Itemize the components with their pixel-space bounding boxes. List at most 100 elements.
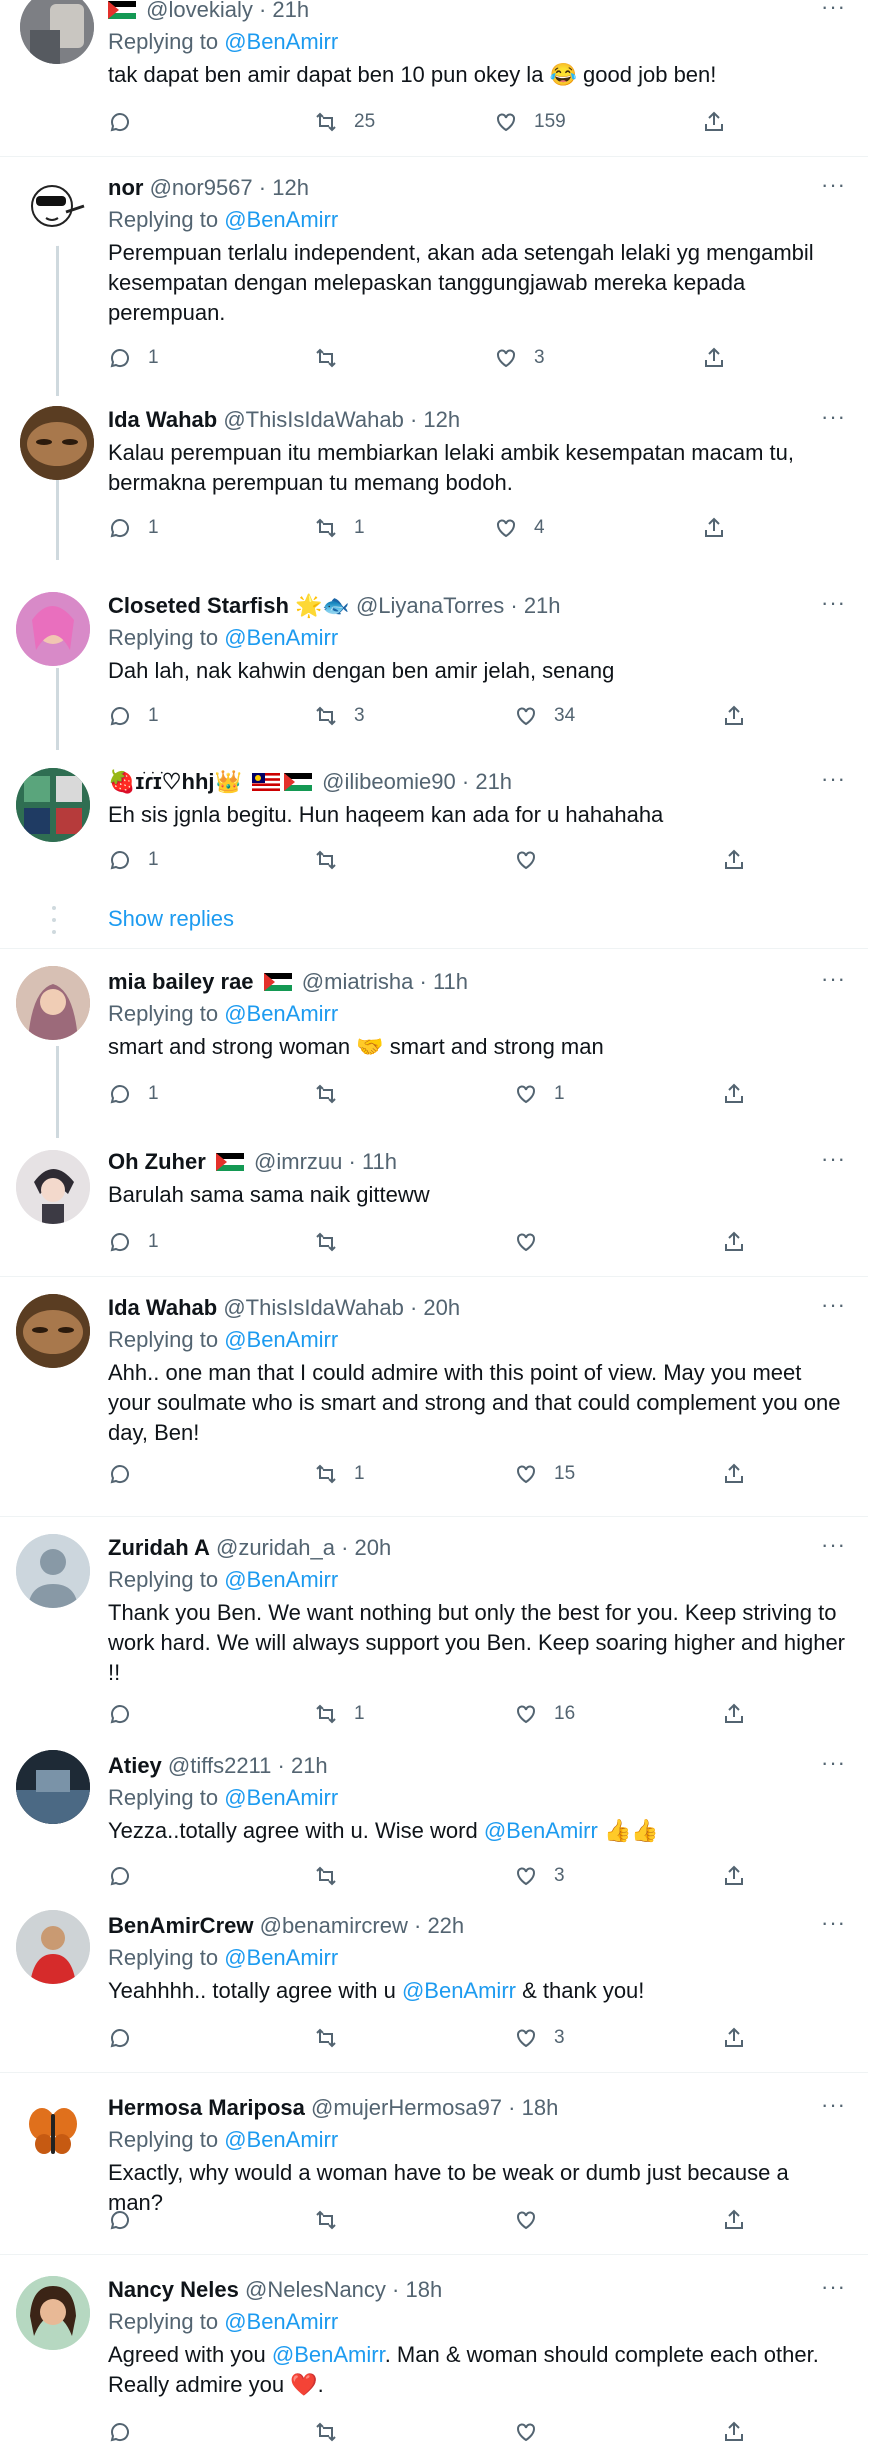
retweet-button[interactable] — [314, 2022, 338, 2054]
share-button[interactable] — [722, 1458, 746, 1490]
tweet-time[interactable]: · 21h — [462, 769, 512, 794]
more-icon[interactable]: ··· — [821, 966, 846, 992]
more-icon[interactable]: ··· — [821, 2274, 846, 2300]
reply-button[interactable] — [108, 1698, 132, 1730]
tweet[interactable]: Nancy Neles @NelesNancy · 18h ··· Replyi… — [0, 2270, 868, 2442]
user-name[interactable]: Oh Zuher — [108, 1149, 206, 1174]
like-button[interactable]: 16 — [514, 1698, 575, 1730]
share-button[interactable] — [722, 1226, 746, 1258]
like-button[interactable]: 3 — [514, 1860, 565, 1892]
user-handle[interactable]: @LiyanaTorres — [356, 593, 504, 618]
avatar[interactable] — [20, 0, 94, 64]
tweet-time[interactable]: · 11h — [349, 1149, 398, 1174]
more-icon[interactable]: ··· — [821, 1532, 846, 1558]
avatar[interactable] — [16, 768, 90, 842]
user-name[interactable]: nor — [108, 175, 143, 200]
mention-link[interactable]: @BenAmirr — [402, 1978, 516, 2003]
reply-button[interactable] — [108, 2416, 132, 2448]
avatar[interactable] — [16, 1294, 90, 1368]
avatar[interactable] — [16, 2094, 90, 2168]
avatar[interactable] — [16, 1750, 90, 1824]
retweet-button[interactable]: 1 — [314, 1698, 365, 1730]
share-button[interactable] — [722, 700, 746, 732]
like-button[interactable]: 3 — [514, 2022, 565, 2054]
tweet-time[interactable]: · 20h — [410, 1295, 460, 1320]
reply-button[interactable]: 1 — [108, 844, 159, 876]
like-button[interactable] — [514, 1226, 538, 1258]
user-handle[interactable]: @imrzuu — [254, 1149, 342, 1174]
retweet-button[interactable] — [314, 2416, 338, 2448]
share-button[interactable] — [722, 1698, 746, 1730]
mention-link[interactable]: @BenAmirr — [484, 1818, 598, 1843]
more-icon[interactable]: ··· — [821, 1146, 846, 1172]
mention-link[interactable]: @BenAmirr — [272, 2342, 385, 2367]
retweet-button[interactable]: 3 — [314, 700, 365, 732]
avatar[interactable] — [16, 2276, 90, 2350]
reply-button[interactable] — [108, 1860, 132, 1892]
avatar[interactable] — [20, 406, 94, 480]
retweet-button[interactable] — [314, 1226, 338, 1258]
tweet[interactable]: mia bailey rae @miatrisha · 11h ··· Repl… — [0, 962, 868, 1140]
user-handle[interactable]: @tiffs2211 — [168, 1753, 271, 1778]
like-button[interactable]: 3 — [494, 342, 545, 374]
tweet[interactable]: Closeted Starfish 🌟🐟 @LiyanaTorres · 21h… — [0, 584, 868, 760]
reply-button[interactable]: 1 — [108, 1078, 159, 1110]
mention-link[interactable]: @BenAmirr — [224, 2127, 338, 2152]
share-button[interactable] — [702, 512, 726, 544]
share-button[interactable] — [722, 1078, 746, 1110]
mention-link[interactable]: @BenAmirr — [224, 1567, 338, 1592]
more-icon[interactable]: ··· — [821, 1910, 846, 1936]
more-icon[interactable]: ··· — [821, 404, 846, 430]
user-name[interactable]: Zuridah A — [108, 1535, 210, 1560]
share-button[interactable] — [722, 2416, 746, 2448]
retweet-button[interactable] — [314, 342, 354, 374]
share-button[interactable] — [702, 342, 726, 374]
more-icon[interactable]: ··· — [821, 1292, 846, 1318]
user-handle[interactable]: @ThisIsIdaWahab — [223, 1295, 403, 1320]
tweet-time[interactable]: · 18h — [508, 2095, 558, 2120]
mention-link[interactable]: @BenAmirr — [224, 2309, 338, 2334]
like-button[interactable]: 1 — [514, 1078, 565, 1110]
tweet[interactable]: Ida Wahab @ThisIsIdaWahab · 20h ··· Repl… — [0, 1288, 868, 1510]
like-button[interactable] — [514, 2416, 538, 2448]
retweet-button[interactable] — [314, 2204, 338, 2236]
user-name[interactable]: Nancy Neles — [108, 2277, 239, 2302]
tweet-time[interactable]: · 11h — [420, 969, 469, 994]
tweet[interactable]: 🍓ɪׁɾׁɪׁ♡hhj👑 @ilibeomie90 · 21h ··· Eh s… — [0, 764, 868, 884]
like-button[interactable] — [514, 844, 538, 876]
user-handle[interactable]: @ilibeomie90 — [322, 769, 456, 794]
share-button[interactable] — [722, 2022, 746, 2054]
like-button[interactable]: 34 — [514, 700, 575, 732]
user-name[interactable]: 🍓ɪׁɾׁɪׁ♡hhj👑 — [108, 769, 242, 794]
tweet-time[interactable]: · 18h — [392, 2277, 442, 2302]
like-button[interactable]: 15 — [514, 1458, 575, 1490]
tweet[interactable]: Oh Zuher @imrzuu · 11h ··· Barulah sama … — [0, 1142, 868, 1270]
reply-button[interactable]: 1 — [108, 512, 159, 544]
share-button[interactable] — [722, 2204, 746, 2236]
like-button[interactable] — [514, 2204, 538, 2236]
show-replies-link[interactable]: Show replies — [108, 906, 234, 932]
user-name[interactable]: BenAmirCrew — [108, 1913, 253, 1938]
avatar[interactable] — [16, 1910, 90, 1984]
like-button[interactable]: 159 — [494, 106, 566, 138]
user-handle[interactable]: @NelesNancy — [245, 2277, 386, 2302]
avatar[interactable] — [20, 172, 94, 246]
tweet-time[interactable]: · 21h — [259, 0, 309, 22]
more-icon[interactable]: ··· — [821, 590, 846, 616]
tweet-time[interactable]: · 22h — [414, 1913, 464, 1938]
reply-button[interactable]: 1 — [108, 342, 159, 374]
more-icon[interactable]: ··· — [821, 0, 846, 20]
retweet-button[interactable] — [314, 1078, 338, 1110]
more-icon[interactable]: ··· — [821, 1750, 846, 1776]
user-handle[interactable]: @miatrisha — [302, 969, 414, 994]
reply-button[interactable]: 1 — [108, 700, 159, 732]
user-handle[interactable]: @lovekialy — [146, 0, 253, 22]
retweet-button[interactable]: 25 — [314, 106, 375, 138]
user-name[interactable]: Ida Wahab — [108, 1295, 217, 1320]
tweet[interactable]: Hermosa Mariposa @mujerHermosa97 · 18h ·… — [0, 2088, 868, 2246]
avatar[interactable] — [16, 592, 90, 666]
tweet[interactable]: Ida Wahab @ThisIsIdaWahab · 12h ··· Kala… — [0, 398, 868, 568]
retweet-button[interactable]: 1 — [314, 1458, 365, 1490]
user-handle[interactable]: @zuridah_a — [216, 1535, 335, 1560]
tweet-time[interactable]: · 21h — [278, 1753, 328, 1778]
